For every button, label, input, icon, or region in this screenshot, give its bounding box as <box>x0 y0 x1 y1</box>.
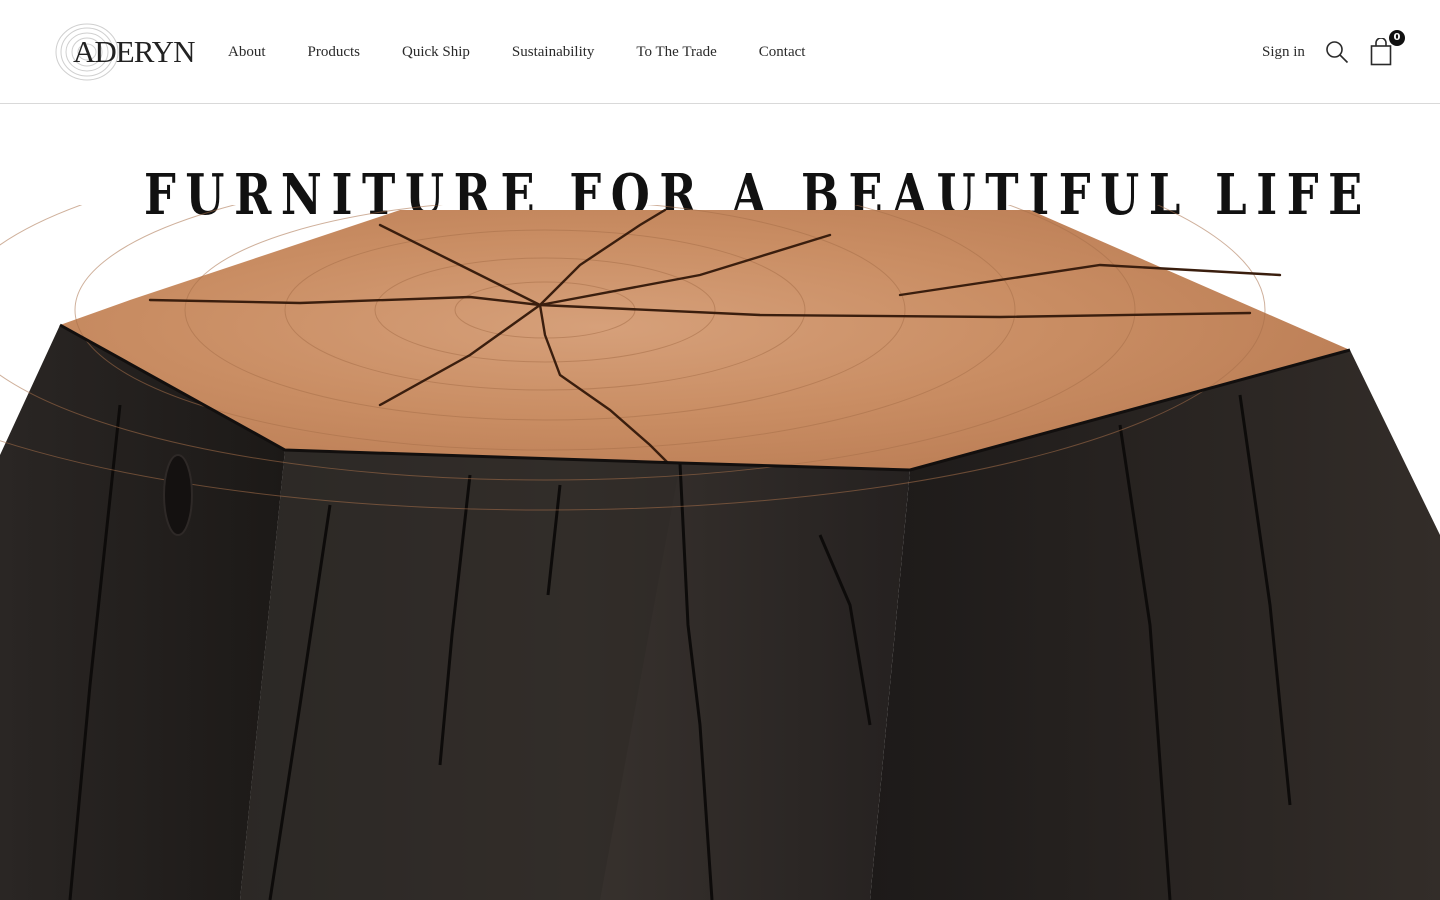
shopping-bag-icon[interactable] <box>1370 38 1392 66</box>
main-nav: About Products Quick Ship Sustainability… <box>228 40 847 64</box>
nav-quick-ship[interactable]: Quick Ship <box>402 40 470 64</box>
site-header: ADERYN About Products Quick Ship Sustain… <box>0 0 1440 104</box>
logo-wordmark: ADERYN <box>73 34 195 69</box>
nav-contact[interactable]: Contact <box>759 40 806 64</box>
nav-about[interactable]: About <box>228 40 266 64</box>
hero-image-wood-side-table <box>0 205 1440 900</box>
search-icon[interactable] <box>1325 40 1349 64</box>
cart-count-badge: 0 <box>1389 30 1405 46</box>
logo[interactable]: ADERYN <box>54 20 195 84</box>
sign-in-link[interactable]: Sign in <box>1262 40 1305 64</box>
nav-products[interactable]: Products <box>308 40 361 64</box>
nav-sustainability[interactable]: Sustainability <box>512 40 595 64</box>
nav-to-the-trade[interactable]: To The Trade <box>636 40 716 64</box>
